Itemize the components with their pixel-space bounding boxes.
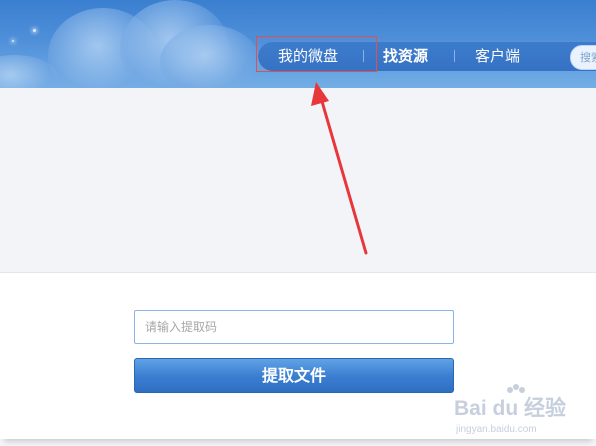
- watermark-text: Bai du 经验: [454, 396, 566, 420]
- baidu-jingyan-watermark: Bai du 经验 jingyan.baidu.com: [454, 384, 566, 435]
- annotation-arrow: [311, 82, 368, 255]
- watermark-url: jingyan.baidu.com: [455, 424, 537, 435]
